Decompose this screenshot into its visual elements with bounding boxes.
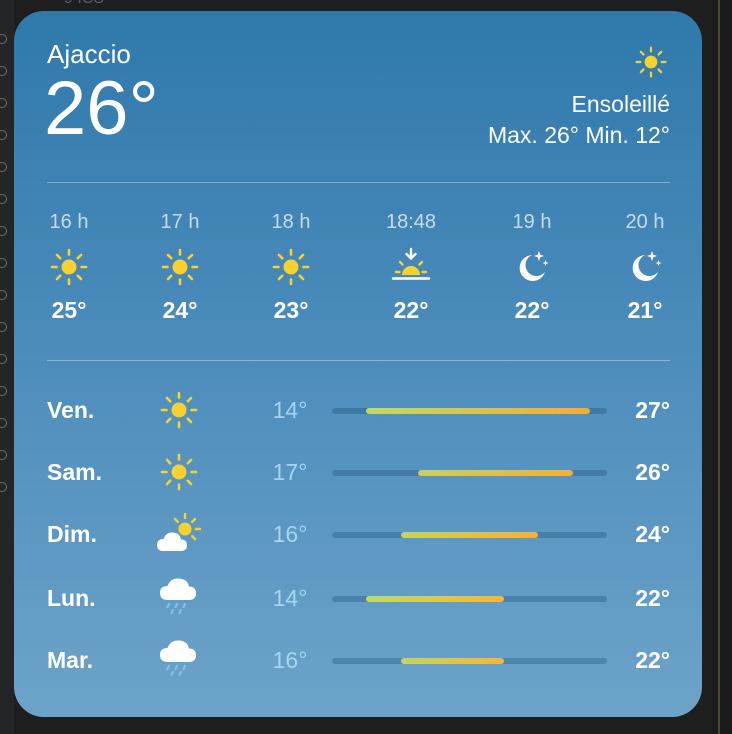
daily-forecast-row: Dim. 16° 24° bbox=[47, 509, 670, 559]
partly-cloudy-icon bbox=[157, 512, 202, 551]
sunset-icon bbox=[391, 247, 431, 280]
sun-icon bbox=[635, 46, 667, 78]
day-low-temp: 17° bbox=[272, 459, 308, 485]
desktop-left-strip bbox=[0, 0, 14, 734]
day-name: Sam. bbox=[47, 459, 102, 485]
weather-widget[interactable]: Ajaccio 26° Ensoleillé Max. 26° Min. 12°… bbox=[14, 11, 702, 717]
day-high-temp: 27° bbox=[635, 397, 670, 423]
daily-forecast-row: Mar. 16° 22° bbox=[47, 635, 670, 685]
temp-range-bar bbox=[400, 532, 539, 538]
day-name: Mar. bbox=[47, 647, 94, 673]
desktop-dot bbox=[0, 66, 7, 76]
moon-stars-icon bbox=[632, 251, 662, 281]
day-name: Lun. bbox=[47, 585, 96, 611]
day-high-temp: 24° bbox=[635, 521, 670, 547]
desktop-rail bbox=[718, 0, 720, 734]
desktop-dot bbox=[0, 386, 7, 396]
day-name: Ven. bbox=[47, 397, 95, 423]
desktop-background-text: 9 ICS bbox=[64, 0, 104, 8]
sun-icon bbox=[160, 453, 198, 491]
current-temperature: 26° bbox=[44, 66, 159, 151]
moon-stars-icon bbox=[519, 251, 549, 281]
desktop-dot bbox=[0, 258, 7, 268]
hour-temperature: 22° bbox=[393, 297, 429, 323]
hour-time: 19 h bbox=[512, 211, 552, 233]
hour-temperature: 25° bbox=[51, 297, 87, 323]
daily-forecast-row: Ven. 14° 27° bbox=[47, 385, 670, 435]
daily-forecast-row: Sam. 17° 26° bbox=[47, 447, 670, 497]
day-high-temp: 26° bbox=[635, 459, 670, 485]
desktop-dot bbox=[0, 418, 7, 428]
hour-time: 20 h bbox=[625, 211, 665, 233]
sun-icon bbox=[272, 248, 310, 286]
divider bbox=[47, 182, 670, 183]
max-min-text: Max. 26° Min. 12° bbox=[487, 122, 670, 148]
day-low-temp: 16° bbox=[272, 521, 308, 547]
temp-range-track bbox=[332, 532, 607, 538]
temp-range-track bbox=[332, 470, 607, 476]
day-low-temp: 14° bbox=[272, 397, 308, 423]
cloud-drizzle-icon bbox=[160, 578, 196, 615]
desktop-dot bbox=[0, 354, 7, 364]
desktop-dot bbox=[0, 98, 7, 108]
day-low-temp: 16° bbox=[272, 647, 308, 673]
sun-icon bbox=[161, 248, 199, 286]
day-name: Dim. bbox=[47, 521, 97, 547]
temp-range-track bbox=[332, 596, 607, 602]
desktop-dot bbox=[0, 290, 7, 300]
desktop-dot bbox=[0, 194, 7, 204]
hour-time: 16 h bbox=[49, 211, 89, 233]
temp-range-bar bbox=[400, 658, 504, 664]
sun-icon bbox=[160, 391, 198, 429]
hour-time: 18:48 bbox=[385, 211, 437, 233]
hour-time: 18 h bbox=[271, 211, 311, 233]
temp-range-bar bbox=[366, 596, 504, 602]
desktop-dot bbox=[0, 482, 7, 492]
desktop-dot bbox=[0, 226, 7, 236]
temp-range-bar bbox=[366, 408, 590, 414]
desktop-dot bbox=[0, 34, 7, 44]
cloud-drizzle-icon bbox=[160, 640, 196, 677]
desktop-dot bbox=[0, 450, 7, 460]
divider bbox=[47, 360, 670, 361]
hour-temperature: 21° bbox=[627, 297, 663, 323]
temp-range-track bbox=[332, 658, 607, 664]
daily-forecast-row: Lun. 14° 22° bbox=[47, 573, 670, 623]
temp-range-bar bbox=[417, 470, 573, 476]
desktop-dot bbox=[0, 322, 7, 332]
temp-range-track bbox=[332, 408, 607, 414]
desktop-dot bbox=[0, 162, 7, 172]
hour-temperature: 22° bbox=[514, 297, 550, 323]
day-low-temp: 14° bbox=[272, 585, 308, 611]
desktop-dot bbox=[0, 130, 7, 140]
hour-time: 17 h bbox=[160, 211, 200, 233]
sun-icon bbox=[50, 248, 88, 286]
hour-temperature: 24° bbox=[162, 297, 198, 323]
day-high-temp: 22° bbox=[635, 647, 670, 673]
hour-temperature: 23° bbox=[273, 297, 309, 323]
condition-text: Ensoleillé bbox=[571, 91, 670, 117]
day-high-temp: 22° bbox=[635, 585, 670, 611]
desktop-right-strip bbox=[712, 0, 732, 734]
